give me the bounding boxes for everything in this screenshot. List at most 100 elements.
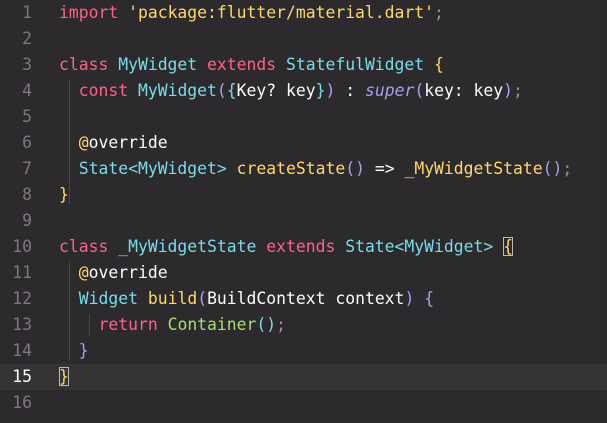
code-token: ( <box>197 289 208 308</box>
code-line[interactable]: 14 } <box>0 338 607 364</box>
line-number: 10 <box>12 237 32 256</box>
line-number: 4 <box>22 81 32 100</box>
code-token: @ <box>78 263 89 282</box>
code-line[interactable]: 5 <box>0 104 607 130</box>
code-token: @ <box>78 133 89 152</box>
code-token: _MyWidgetState <box>404 159 543 178</box>
code-token: } <box>59 367 69 386</box>
code-token: () <box>542 159 563 178</box>
line-code: class MyWidget extends StatefulWidget { <box>59 52 444 78</box>
code-token: class <box>59 237 109 256</box>
code-token: BuildContext context <box>207 289 405 308</box>
line-code: class _MyWidgetState extends State<MyWid… <box>59 234 513 260</box>
line-number: 8 <box>22 185 32 204</box>
code-token: ( <box>414 81 425 100</box>
code-line[interactable]: 2 <box>0 26 607 52</box>
code-token: ; <box>513 81 523 100</box>
line-code: } <box>59 182 69 208</box>
code-token: : <box>335 81 365 100</box>
code-token: ) <box>503 81 514 100</box>
code-token: MyWidget <box>118 55 198 74</box>
code-line[interactable]: 6 @override <box>0 130 607 156</box>
line-number: 9 <box>22 211 32 230</box>
line-code: } <box>59 338 89 364</box>
code-token: () <box>345 159 365 178</box>
code-token: { <box>424 289 435 308</box>
code-line[interactable]: 13 return Container(); <box>0 312 607 338</box>
line-code: @override <box>59 130 168 156</box>
code-token: override <box>88 133 168 152</box>
code-token: key: key <box>424 81 504 100</box>
line-number: 14 <box>12 341 32 360</box>
line-code: @override <box>59 260 168 286</box>
code-token: { <box>434 55 444 74</box>
code-line[interactable]: 11 @override <box>0 260 607 286</box>
code-token: { <box>503 237 513 256</box>
line-code: State<MyWidget> createState() => _MyWidg… <box>59 156 572 182</box>
indent-guide <box>69 80 70 204</box>
line-code: } <box>59 364 69 390</box>
code-token: } <box>59 185 69 204</box>
code-token: override <box>88 263 168 282</box>
code-line[interactable]: 7 State<MyWidget> createState() => _MyWi… <box>0 156 607 182</box>
code-token: return <box>98 315 158 334</box>
code-line[interactable]: 8} <box>0 182 607 208</box>
code-line[interactable]: 3 class MyWidget extends StatefulWidget { <box>0 52 607 78</box>
code-line[interactable]: 9 <box>0 208 607 234</box>
code-token: StatefulWidget <box>286 55 425 74</box>
code-token: State<MyWidget> <box>78 159 227 178</box>
line-number: 16 <box>12 393 32 412</box>
line-number: 11 <box>12 263 32 282</box>
code-token: import <box>59 3 119 22</box>
code-line[interactable]: 4 const MyWidget({Key? key}) : super(key… <box>0 78 607 104</box>
line-code: import 'package:flutter/material.dart'; <box>59 0 444 26</box>
line-number: 3 <box>22 55 32 74</box>
code-line[interactable]: 15} <box>0 364 607 390</box>
code-token: extends <box>266 237 336 256</box>
line-number: 2 <box>22 29 32 48</box>
line-code: Widget build(BuildContext context) { <box>59 286 434 312</box>
code-token: build <box>147 289 198 308</box>
code-line[interactable]: 16 <box>0 390 607 416</box>
code-token: Container <box>167 315 257 334</box>
code-token: extends <box>207 55 277 74</box>
line-number: 1 <box>22 3 32 22</box>
code-line[interactable]: 10 class _MyWidgetState extends State<MyW… <box>0 234 607 260</box>
code-token: { <box>226 81 237 100</box>
code-editor[interactable]: 1 import 'package:flutter/material.dart';… <box>0 0 607 423</box>
code-token: => <box>364 159 405 178</box>
code-token: Widget <box>78 289 138 308</box>
line-number: 7 <box>22 159 32 178</box>
code-token: ; <box>276 315 287 334</box>
code-token: () <box>256 315 277 334</box>
code-token: _MyWidgetState <box>118 237 257 256</box>
code-token: 'package:flutter/material.dart' <box>128 3 435 22</box>
code-token: class <box>59 55 109 74</box>
code-token: ) <box>404 289 415 308</box>
code-token: ; <box>562 159 573 178</box>
line-code: const MyWidget({Key? key}) : super(key: … <box>59 78 523 104</box>
code-line[interactable]: 1 import 'package:flutter/material.dart'; <box>0 0 607 26</box>
code-token: MyWidget <box>137 81 217 100</box>
code-token: const <box>78 81 129 100</box>
indent-guide <box>69 262 70 360</box>
code-token: } <box>78 341 89 360</box>
code-token: super <box>364 81 415 100</box>
indent-guide <box>89 314 90 336</box>
code-token: State<MyWidget> <box>345 237 494 256</box>
line-number: 12 <box>12 289 32 308</box>
code-line[interactable]: 12 Widget build(BuildContext context) { <box>0 286 607 312</box>
line-number: 5 <box>22 107 32 126</box>
